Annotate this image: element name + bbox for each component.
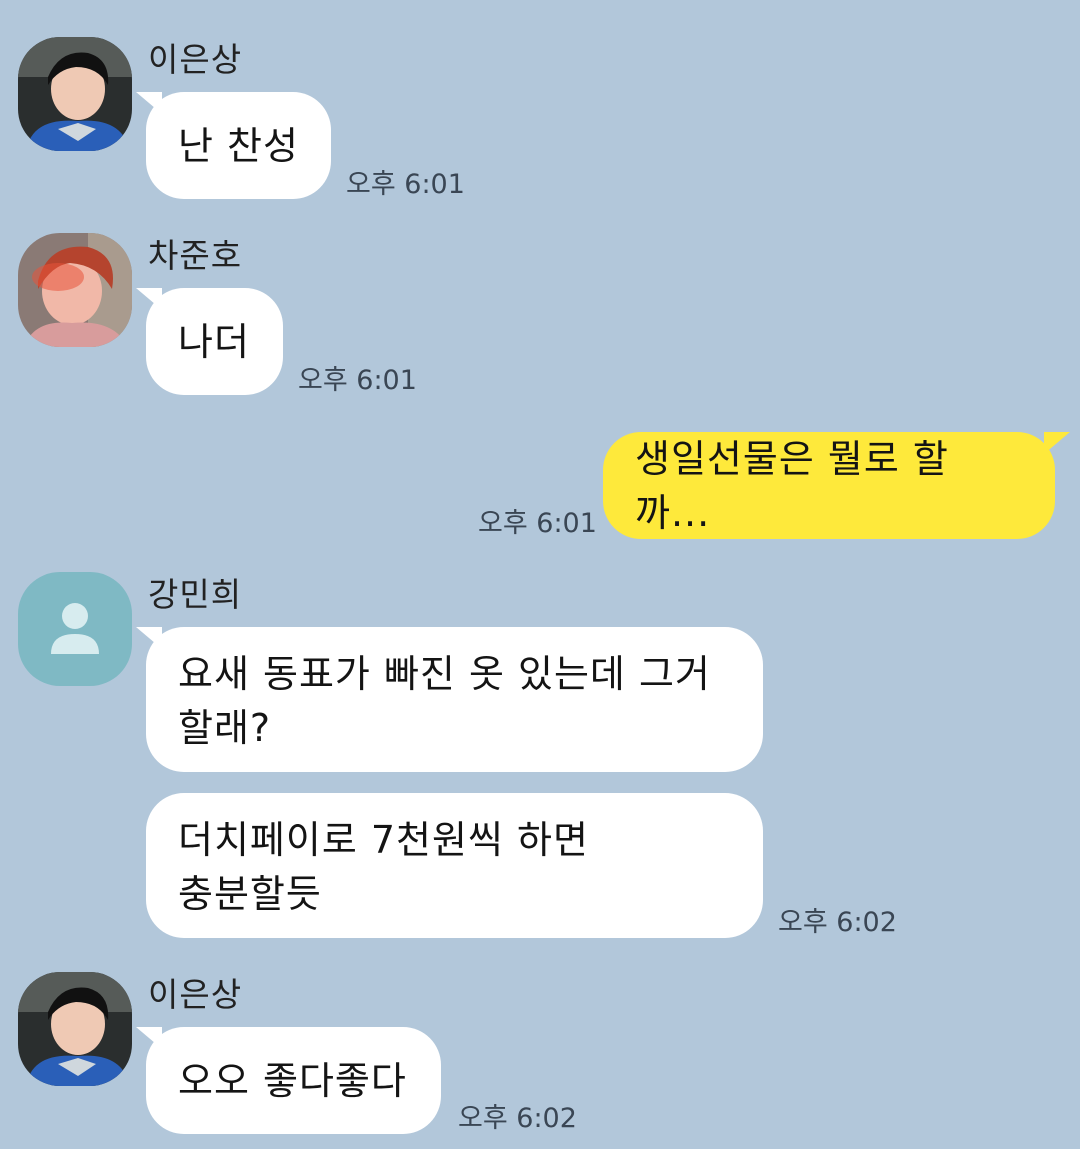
bubble-tail (1044, 432, 1070, 454)
message-time: 오후 6:01 (478, 508, 597, 539)
avatar-eunsang[interactable] (18, 972, 132, 1086)
message-bubble[interactable]: 오오 좋다좋다 (146, 1027, 441, 1134)
message-line: 요새 동표가 빠진 옷 있는데 그거 (178, 652, 711, 696)
message-bubble[interactable]: 난 찬성 (146, 92, 331, 199)
message-line: 더치페이로 7천원씩 하면 (178, 818, 589, 862)
my-message-bubble[interactable]: 생일선물은 뭘로 할까... (603, 432, 1055, 539)
message-bubble[interactable]: 요새 동표가 빠진 옷 있는데 그거 할래? (146, 627, 763, 772)
message-text: 생일선물은 뭘로 할까... (635, 436, 949, 535)
message-time: 오후 6:02 (458, 1103, 577, 1134)
avatar-eunsang[interactable] (18, 37, 132, 151)
message-time: 오후 6:01 (346, 169, 465, 200)
message-line: 할래? (178, 706, 272, 750)
message-text: 나더 (178, 319, 250, 364)
message-text: 오오 좋다좋다 (178, 1058, 407, 1103)
profile-photo (18, 972, 132, 1086)
message-time: 오후 6:02 (778, 907, 897, 938)
message-time: 오후 6:01 (298, 365, 417, 396)
message-text: 난 찬성 (178, 123, 299, 168)
profile-photo (18, 233, 132, 347)
profile-photo (18, 37, 132, 151)
sender-name: 차준호 (148, 236, 243, 275)
person-icon (51, 603, 99, 654)
message-bubble[interactable]: 더치페이로 7천원씩 하면 충분할듯 (146, 793, 763, 938)
avatar-minhee[interactable] (18, 572, 132, 686)
message-line: 충분할듯 (178, 872, 322, 916)
sender-name: 강민희 (148, 575, 243, 614)
message-bubble[interactable]: 나더 (146, 288, 283, 395)
sender-name: 이은상 (148, 975, 243, 1014)
avatar-junho[interactable] (18, 233, 132, 347)
sender-name: 이은상 (148, 40, 243, 79)
